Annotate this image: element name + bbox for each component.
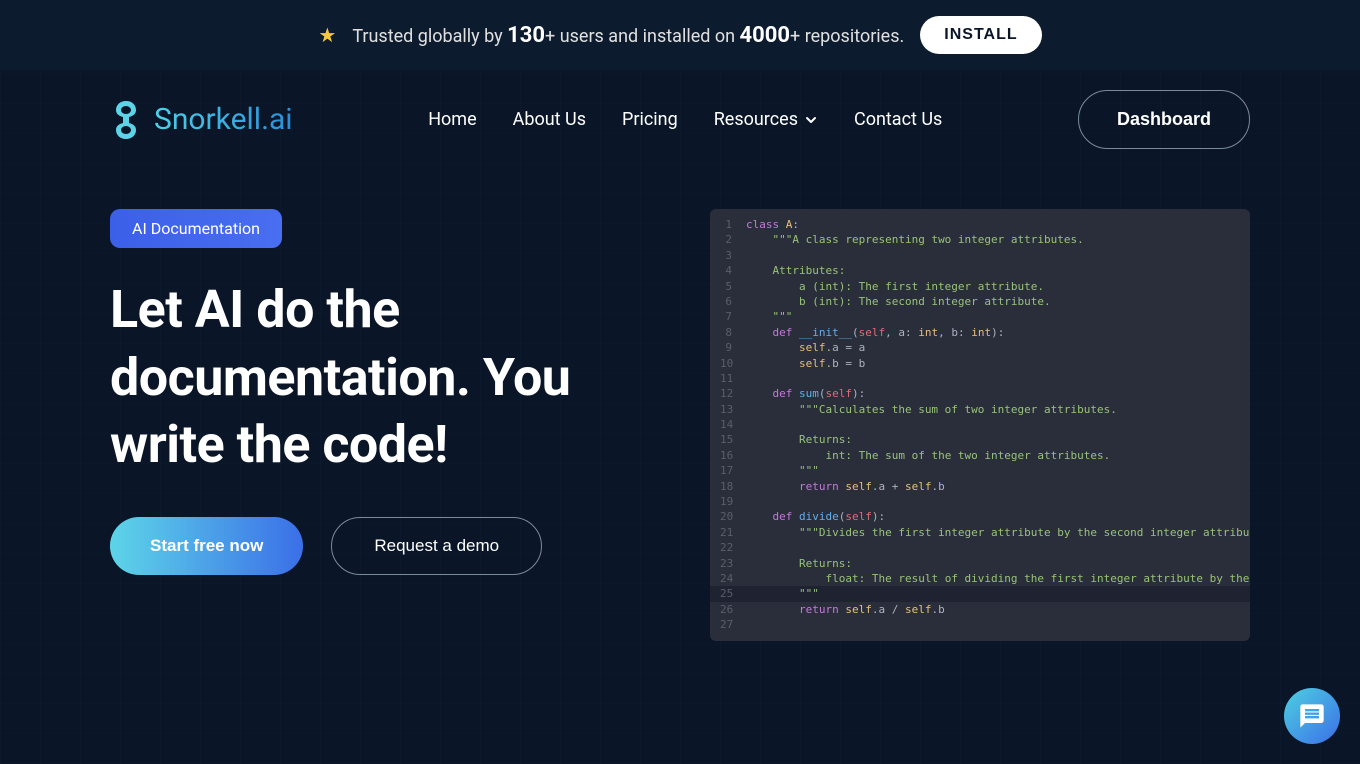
chat-widget-button[interactable] xyxy=(1284,688,1340,744)
hero-title: Let AI do the documentation. You write t… xyxy=(110,276,650,479)
code-editor-preview: 1class A: 2 """A class representing two … xyxy=(710,209,1250,641)
chevron-down-icon xyxy=(804,113,818,127)
banner-text-1: Trusted globally by xyxy=(352,26,507,47)
hero-content: AI Documentation Let AI do the documenta… xyxy=(110,209,650,641)
dashboard-button[interactable]: Dashboard xyxy=(1078,90,1250,149)
code-line: 16 int: The sum of the two integer attri… xyxy=(710,448,1250,463)
request-demo-button[interactable]: Request a demo xyxy=(331,517,542,575)
line-number: 17 xyxy=(720,463,746,478)
code-line: 25 """ xyxy=(710,586,1250,601)
line-number: 8 xyxy=(720,325,746,340)
line-number: 14 xyxy=(720,417,746,432)
banner-text: Trusted globally by 130+ users and insta… xyxy=(352,23,904,48)
nav-resources-label: Resources xyxy=(714,109,798,130)
nav-pricing[interactable]: Pricing xyxy=(622,109,678,130)
code-line: 5 a (int): The first integer attribute. xyxy=(710,279,1250,294)
logo[interactable]: Snorkell.ai xyxy=(110,99,293,141)
code-line: 15 Returns: xyxy=(710,432,1250,447)
hero-section: AI Documentation Let AI do the documenta… xyxy=(0,169,1360,681)
chat-icon xyxy=(1298,702,1326,730)
line-number: 16 xyxy=(720,448,746,463)
banner-text-3: + repositories. xyxy=(790,26,904,47)
code-line: 1class A: xyxy=(710,217,1250,232)
logo-icon xyxy=(110,99,142,141)
code-line: 23 Returns: xyxy=(710,556,1250,571)
code-line: 18 return self.a + self.b xyxy=(710,479,1250,494)
logo-text: Snorkell.ai xyxy=(154,102,293,137)
code-line: 22 xyxy=(710,540,1250,555)
code-line: 9 self.a = a xyxy=(710,340,1250,355)
line-number: 3 xyxy=(720,248,746,263)
code-line: 17 """ xyxy=(710,463,1250,478)
line-number: 11 xyxy=(720,371,746,386)
line-number: 12 xyxy=(720,386,746,401)
code-line: 7 """ xyxy=(710,309,1250,324)
line-number: 26 xyxy=(720,602,746,617)
nav-home[interactable]: Home xyxy=(428,109,476,130)
line-number: 1 xyxy=(720,217,746,232)
code-line: 26 return self.a / self.b xyxy=(710,602,1250,617)
install-button[interactable]: INSTALL xyxy=(920,16,1041,54)
line-number: 18 xyxy=(720,479,746,494)
nav-contact[interactable]: Contact Us xyxy=(854,109,942,130)
line-number: 27 xyxy=(720,617,746,632)
line-number: 7 xyxy=(720,309,746,324)
banner-text-2: + users and installed on xyxy=(545,26,740,47)
line-number: 19 xyxy=(720,494,746,509)
banner-users-count: 130 xyxy=(507,23,545,48)
line-number: 23 xyxy=(720,556,746,571)
line-number: 20 xyxy=(720,509,746,524)
code-line: 8 def __init__(self, a: int, b: int): xyxy=(710,325,1250,340)
code-line: 4 Attributes: xyxy=(710,263,1250,278)
line-number: 9 xyxy=(720,340,746,355)
line-number: 24 xyxy=(720,571,746,586)
line-number: 5 xyxy=(720,279,746,294)
code-line: 13 """Calculates the sum of two integer … xyxy=(710,402,1250,417)
code-line: 19 xyxy=(710,494,1250,509)
star-icon: ★ xyxy=(318,23,336,47)
code-line: 3 xyxy=(710,248,1250,263)
code-line: 2 """A class representing two integer at… xyxy=(710,232,1250,247)
line-number: 22 xyxy=(720,540,746,555)
code-line: 12 def sum(self): xyxy=(710,386,1250,401)
ai-documentation-badge: AI Documentation xyxy=(110,209,282,248)
code-line: 14 xyxy=(710,417,1250,432)
line-number: 13 xyxy=(720,402,746,417)
banner-repos-count: 4000 xyxy=(740,23,791,48)
line-number: 6 xyxy=(720,294,746,309)
line-number: 10 xyxy=(720,356,746,371)
nav-links: Home About Us Pricing Resources Contact … xyxy=(428,109,942,130)
code-line: 6 b (int): The second integer attribute. xyxy=(710,294,1250,309)
nav-about[interactable]: About Us xyxy=(513,109,586,130)
line-number: 21 xyxy=(720,525,746,540)
main-nav: Snorkell.ai Home About Us Pricing Resour… xyxy=(0,70,1360,169)
code-line: 20 def divide(self): xyxy=(710,509,1250,524)
code-line: 10 self.b = b xyxy=(710,356,1250,371)
nav-resources[interactable]: Resources xyxy=(714,109,818,130)
line-number: 4 xyxy=(720,263,746,278)
line-number: 15 xyxy=(720,432,746,447)
line-number: 25 xyxy=(720,586,746,601)
hero-cta-container: Start free now Request a demo xyxy=(110,517,650,575)
code-line: 24 float: The result of dividing the fir… xyxy=(710,571,1250,586)
start-free-button[interactable]: Start free now xyxy=(110,517,303,575)
code-line: 27 xyxy=(710,617,1250,632)
top-install-banner: ★ Trusted globally by 130+ users and ins… xyxy=(0,0,1360,70)
code-line: 11 xyxy=(710,371,1250,386)
line-number: 2 xyxy=(720,232,746,247)
code-line: 21 """Divides the first integer attribut… xyxy=(710,525,1250,540)
